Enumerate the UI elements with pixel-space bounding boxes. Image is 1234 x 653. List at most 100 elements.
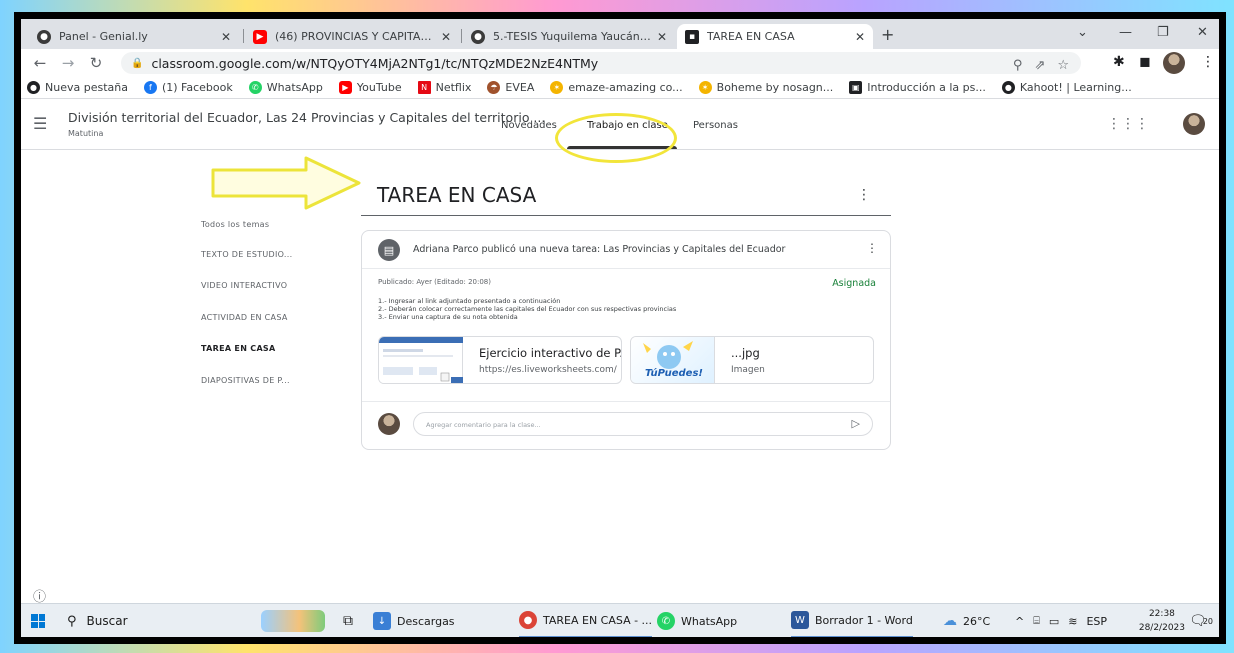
temperature-text: 26°C <box>963 614 991 628</box>
classroom-icon: ▪ <box>685 29 699 44</box>
back-icon[interactable]: ← <box>31 54 49 72</box>
image-caption: TúPuedes! <box>645 368 703 379</box>
tab-genially[interactable]: ● Panel - Genial.ly ✕ <box>29 24 239 49</box>
topic-texto-de-estudio[interactable]: TEXTO DE ESTUDIO... <box>201 250 292 259</box>
windows-start-icon[interactable] <box>31 614 45 628</box>
taskbar-descargas[interactable]: ↓ Descargas <box>373 604 455 637</box>
bookmark-label: Boheme by nosagn... <box>716 81 834 94</box>
topic-tarea-en-casa[interactable]: TAREA EN CASA <box>201 344 276 353</box>
topic-all[interactable]: Todos los temas <box>201 220 269 229</box>
assignment-header-text[interactable]: Adriana Parco publicó una nueva tarea: L… <box>413 244 785 255</box>
bookmark-introduccion[interactable]: ▣ Introducción a la ps... <box>849 81 986 94</box>
main-menu-icon[interactable]: ☰ <box>33 114 47 133</box>
taskbar-chrome[interactable]: ● TAREA EN CASA - ... <box>519 604 653 637</box>
tab-tarea-en-casa[interactable]: ▪ TAREA EN CASA ✕ <box>677 24 873 49</box>
section-options-icon[interactable]: ⋮ <box>857 187 871 203</box>
taskbar-search[interactable]: ⚲ Buscar <box>67 604 257 637</box>
language-indicator[interactable]: ESP <box>1086 615 1107 628</box>
tab-title: Panel - Genial.ly <box>59 30 148 43</box>
sidebar-icon[interactable]: ◼ <box>1139 54 1151 70</box>
bookmark-nueva-pestana[interactable]: ● Nueva pestaña <box>27 81 128 94</box>
close-tab-icon[interactable]: ✕ <box>657 30 667 44</box>
user-avatar[interactable] <box>1183 113 1205 135</box>
extensions-icon[interactable]: ✱ <box>1113 54 1125 70</box>
tab-separator <box>461 29 462 43</box>
topic-actividad-en-casa[interactable]: ACTIVIDAD EN CASA <box>201 313 288 322</box>
tab-personas[interactable]: Personas <box>693 120 738 131</box>
minimize-icon[interactable]: — <box>1119 25 1132 40</box>
forward-icon[interactable]: → <box>59 54 77 72</box>
close-tab-icon[interactable]: ✕ <box>441 30 451 44</box>
meet-icon[interactable]: ⌸ <box>1033 614 1040 628</box>
topic-diapositivas[interactable]: DIAPOSITIVAS DE P... <box>201 376 290 385</box>
chevron-up-icon[interactable]: ^ <box>1015 615 1024 628</box>
wifi-icon[interactable]: ≋ <box>1068 615 1077 628</box>
notification-center[interactable]: 🗨 20 <box>1189 604 1213 637</box>
bookmark-label: Introducción a la ps... <box>867 81 986 94</box>
search-icon: ⚲ <box>67 613 77 629</box>
browser-toolbar: ← → ↻ 🔒 classroom.google.com/w/NTQyOTY4M… <box>21 49 1219 77</box>
address-bar[interactable]: 🔒 classroom.google.com/w/NTQyOTY4MjA2NTg… <box>121 52 1081 74</box>
clock-time: 22:38 <box>1148 609 1175 619</box>
bookmark-label: emaze-amazing co... <box>568 81 683 94</box>
zoom-icon[interactable]: ⚲ <box>1013 58 1023 73</box>
tab-separator <box>243 29 244 43</box>
assignment-card-header[interactable]: ▤ Adriana Parco publicó una nueva tarea:… <box>362 231 890 269</box>
bookmark-star-icon[interactable]: ☆ <box>1057 58 1069 73</box>
emaze-icon: ✶ <box>550 81 564 94</box>
weather-widget[interactable]: ☁ 26°C <box>943 604 990 637</box>
tab-youtube[interactable]: ▶ (46) PROVINCIAS Y CAPITALES DE ✕ <box>245 24 459 49</box>
url-text: classroom.google.com/w/NTQyOTY4MjA2NTg1/… <box>151 55 599 71</box>
tab-tesis[interactable]: ● 5.-TESIS Yuquilema Yaucán Mary ✕ <box>463 24 675 49</box>
attachment-image[interactable]: TúPuedes! ...jpg Imagen <box>630 336 874 384</box>
netflix-icon: N <box>417 81 431 94</box>
tab-search-icon[interactable]: ⌄ <box>1077 25 1088 40</box>
share-icon[interactable]: ⇗ <box>1034 58 1045 73</box>
section-title: TAREA EN CASA <box>377 183 537 207</box>
slides-icon: ▣ <box>849 81 863 94</box>
bookmark-evea[interactable]: ☂ EVEA <box>487 81 534 94</box>
instruction-line: 1.- Ingresar al link adjuntado presentad… <box>378 297 561 305</box>
lock-icon: 🔒 <box>131 57 144 69</box>
bookmark-whatsapp[interactable]: ✆ WhatsApp <box>248 81 323 94</box>
bookmark-youtube[interactable]: ▶ YouTube <box>338 81 402 94</box>
task-view-icon[interactable]: ⧉ <box>343 604 353 637</box>
bookmark-facebook[interactable]: f (1) Facebook <box>143 81 233 94</box>
bookmark-emaze[interactable]: ✶ emaze-amazing co... <box>550 81 683 94</box>
bookmark-netflix[interactable]: N Netflix <box>417 81 471 94</box>
close-tab-icon[interactable]: ✕ <box>221 30 231 44</box>
class-comment-input[interactable]: Agregar comentario para la clase... ▷ <box>413 412 873 436</box>
assignment-options-icon[interactable]: ⋮ <box>866 241 878 255</box>
bookmark-kahoot[interactable]: ● Kahoot! | Learning... <box>1001 81 1132 94</box>
close-tab-icon[interactable]: ✕ <box>855 30 865 44</box>
bookmark-label: WhatsApp <box>266 81 323 94</box>
tab-novedades[interactable]: Novedades <box>501 120 557 131</box>
tab-title: (46) PROVINCIAS Y CAPITALES DE <box>275 30 435 43</box>
new-tab-button[interactable]: + <box>881 25 894 44</box>
battery-icon[interactable]: ▭ <box>1049 615 1059 628</box>
clock[interactable]: 22:38 28/2/2023 <box>1139 607 1185 635</box>
profile-avatar[interactable] <box>1163 52 1185 74</box>
close-window-icon[interactable]: ✕ <box>1197 25 1208 40</box>
status-badge: Asignada <box>832 278 876 289</box>
weather-cloud-icon: ☁ <box>943 613 957 629</box>
boheme-icon: ✶ <box>698 81 712 94</box>
menu-dots-icon[interactable]: ⋮ <box>1201 54 1215 70</box>
reload-icon[interactable]: ↻ <box>87 54 105 72</box>
course-title[interactable]: División territorial del Ecuador, Las 24… <box>68 110 545 125</box>
taskbar-widgets[interactable] <box>261 604 325 637</box>
posted-date: Publicado: Ayer (Editado: 20:08) <box>378 278 491 286</box>
search-label: Buscar <box>86 614 128 628</box>
attachment-link[interactable]: Ejercicio interactivo de P... https://es… <box>378 336 622 384</box>
card-footer-divider <box>362 401 890 402</box>
topic-video-interactivo[interactable]: VIDEO INTERACTIVO <box>201 281 287 290</box>
google-apps-icon[interactable]: ⋮⋮⋮ <box>1107 116 1149 132</box>
download-folder-icon: ↓ <box>373 612 391 630</box>
attachment-title: Ejercicio interactivo de P... <box>479 346 622 360</box>
restore-icon[interactable]: ❐ <box>1157 25 1169 40</box>
send-icon[interactable]: ▷ <box>852 417 860 430</box>
instruction-line: 3.- Enviar una captura de su nota obteni… <box>378 313 518 321</box>
taskbar-whatsapp[interactable]: ✆ WhatsApp <box>657 604 737 637</box>
taskbar-word[interactable]: W Borrador 1 - Word <box>791 604 913 637</box>
bookmark-boheme[interactable]: ✶ Boheme by nosagn... <box>698 81 834 94</box>
